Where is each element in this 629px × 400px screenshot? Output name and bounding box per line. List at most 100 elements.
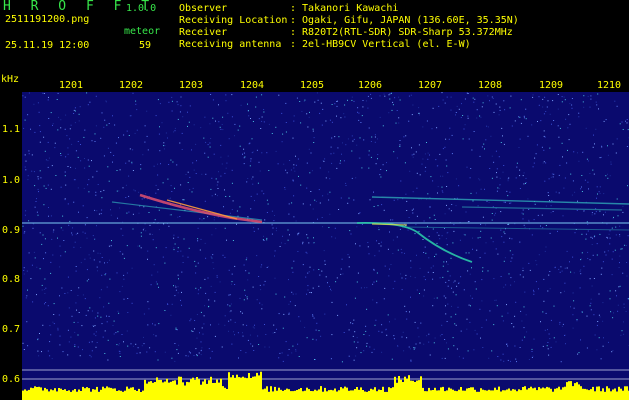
- noise-dot: [211, 195, 213, 197]
- noise-dot: [456, 285, 458, 287]
- noise-dot: [319, 202, 321, 204]
- power-bar: [580, 386, 582, 400]
- noise-dot: [91, 160, 92, 162]
- noise-dot: [441, 235, 443, 237]
- power-bar: [498, 386, 500, 400]
- noise-dot: [579, 287, 581, 289]
- x-tick: 1202: [119, 80, 144, 91]
- power-bar: [608, 388, 610, 400]
- noise-dot: [416, 172, 418, 174]
- noise-dot: [519, 175, 521, 177]
- noise-dot: [93, 250, 95, 252]
- noise-dot: [303, 100, 305, 102]
- noise-dot: [284, 243, 286, 245]
- noise-dot: [23, 273, 25, 275]
- noise-dot: [550, 205, 552, 207]
- noise-dot: [207, 144, 209, 146]
- noise-dot: [439, 153, 441, 155]
- noise-dot: [549, 147, 551, 149]
- noise-dot: [549, 232, 551, 234]
- noise-dot: [86, 217, 88, 219]
- noise-dot: [293, 120, 295, 122]
- noise-dot: [507, 180, 509, 182]
- noise-dot: [559, 321, 561, 323]
- noise-dot: [233, 331, 234, 333]
- power-bar: [152, 382, 154, 400]
- noise-dot: [113, 320, 115, 322]
- noise-dot: [122, 187, 124, 189]
- noise-dot: [345, 182, 347, 184]
- noise-dot: [425, 166, 427, 168]
- noise-dot: [398, 96, 400, 98]
- noise-dot: [549, 271, 551, 272]
- noise-dot: [242, 153, 243, 155]
- noise-dot: [397, 199, 399, 201]
- noise-dot: [105, 273, 107, 274]
- noise-dot: [77, 187, 79, 189]
- noise-dot: [542, 311, 544, 313]
- noise-dot: [113, 333, 115, 335]
- noise-dot: [496, 168, 498, 170]
- noise-dot: [197, 227, 199, 229]
- noise-dot: [576, 319, 578, 321]
- noise-dot: [531, 351, 533, 352]
- noise-dot: [266, 267, 268, 268]
- power-bar: [544, 388, 546, 400]
- noise-dot: [313, 237, 314, 239]
- power-bar: [358, 389, 360, 400]
- noise-dot: [336, 101, 338, 102]
- noise-dot: [169, 214, 171, 216]
- noise-dot: [479, 155, 481, 157]
- noise-dot: [126, 245, 128, 247]
- noise-dot: [362, 100, 364, 101]
- noise-dot: [600, 273, 602, 275]
- noise-dot: [348, 266, 350, 268]
- power-bar: [606, 386, 608, 400]
- noise-dot: [347, 138, 349, 140]
- noise-dot: [620, 334, 622, 336]
- noise-dot: [54, 147, 56, 149]
- noise-dot: [557, 108, 559, 110]
- noise-dot: [366, 342, 368, 344]
- noise-dot: [381, 331, 383, 333]
- noise-dot: [182, 262, 184, 263]
- noise-dot: [273, 220, 275, 222]
- noise-dot: [74, 107, 76, 109]
- noise-dot: [137, 245, 139, 247]
- noise-dot: [90, 356, 92, 358]
- noise-dot: [602, 261, 604, 263]
- noise-dot: [623, 333, 625, 335]
- noise-dot: [271, 210, 273, 212]
- noise-dot: [288, 313, 290, 315]
- noise-dot: [502, 320, 504, 322]
- noise-dot: [75, 167, 76, 169]
- power-bar: [426, 391, 428, 400]
- noise-dot: [275, 227, 277, 229]
- noise-dot: [45, 302, 47, 303]
- noise-dot: [245, 352, 247, 354]
- noise-dot: [201, 173, 203, 175]
- noise-dot: [55, 175, 57, 176]
- power-bar: [300, 388, 302, 400]
- noise-dot: [450, 316, 452, 318]
- noise-dot: [78, 120, 80, 122]
- noise-dot: [151, 274, 153, 276]
- noise-dot: [75, 233, 77, 235]
- noise-dot: [157, 271, 159, 273]
- noise-dot: [86, 280, 88, 282]
- noise-dot: [531, 234, 533, 236]
- noise-dot: [168, 225, 170, 227]
- noise-dot: [301, 110, 303, 112]
- noise-dot: [367, 95, 369, 97]
- noise-dot: [405, 278, 407, 280]
- noise-dot: [260, 266, 262, 268]
- noise-dot: [394, 280, 396, 282]
- power-bar: [62, 390, 64, 400]
- noise-dot: [414, 347, 416, 349]
- noise-dot: [77, 321, 79, 323]
- power-bar: [286, 388, 288, 400]
- noise-dot: [523, 224, 525, 226]
- noise-dot: [271, 133, 273, 134]
- power-bar: [364, 391, 366, 400]
- noise-dot: [614, 100, 616, 102]
